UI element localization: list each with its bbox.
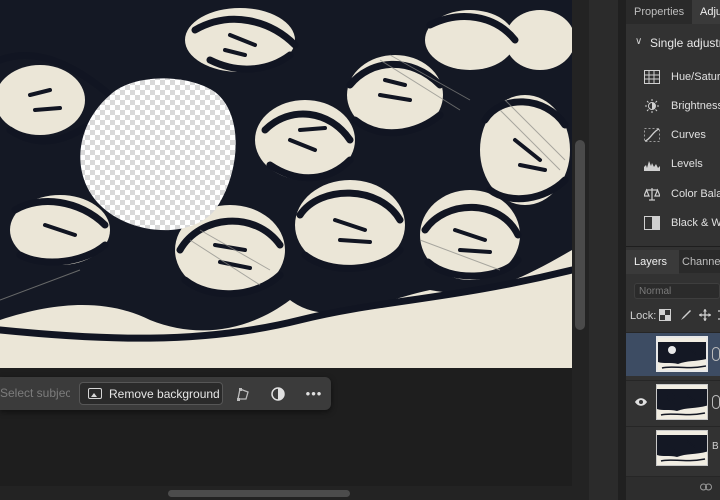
lock-label: Lock:	[630, 310, 657, 322]
levels-icon	[644, 161, 660, 171]
adjustment-label: Color Balance	[671, 188, 720, 200]
layer-thumbnail	[656, 384, 708, 420]
panels: Properties Adjustments ∨ Single adjustme…	[626, 0, 720, 500]
adjustment-label: Hue/Saturation	[671, 71, 720, 83]
transparent-region	[80, 78, 236, 231]
adjustment-icon[interactable]	[270, 382, 288, 405]
link-icon[interactable]	[712, 395, 720, 409]
tab-channels[interactable]: Channels	[674, 250, 720, 274]
layer-thumbnail	[656, 336, 708, 372]
horizontal-scroll-thumb[interactable]	[168, 490, 350, 497]
black-white-icon	[644, 216, 660, 230]
lock-artboard-icon[interactable]	[716, 309, 720, 321]
layer-thumbnail	[656, 430, 708, 466]
layer-row[interactable]	[626, 380, 720, 424]
artwork-image[interactable]	[0, 0, 572, 368]
lock-position-icon[interactable]	[699, 309, 711, 321]
remove-background-button[interactable]: Remove background	[79, 382, 223, 405]
link-layers-icon[interactable]	[700, 483, 712, 491]
tab-layers[interactable]: Layers	[626, 250, 679, 274]
hue-saturation-icon	[644, 70, 660, 84]
adjustment-black-white[interactable]: Black & White	[626, 209, 720, 238]
adjustment-label: Levels	[671, 158, 703, 170]
curves-icon	[644, 128, 660, 142]
adjustment-curves[interactable]: Curves	[626, 121, 720, 150]
adjustment-hue-saturation[interactable]: Hue/Saturation	[626, 63, 720, 92]
layer-name[interactable]: B	[712, 441, 719, 452]
adjustment-brightness-contrast[interactable]: Brightness/Contrast	[626, 92, 720, 121]
adjustment-label: Brightness/Contrast	[671, 100, 720, 112]
single-adjustments-label: Single adjustments	[650, 36, 720, 50]
panel-tabs: Properties Adjustments	[626, 0, 720, 24]
select-subject-label: Select subject	[0, 386, 70, 400]
layer-row[interactable]	[626, 332, 720, 376]
color-balance-icon	[644, 188, 660, 201]
adjustment-label: Black & White	[671, 217, 720, 229]
adjustment-levels[interactable]: Levels	[626, 150, 720, 179]
transform-icon[interactable]	[235, 382, 253, 405]
lock-image-pixels-icon[interactable]	[680, 309, 692, 321]
lock-row: Lock:	[626, 306, 720, 326]
vertical-scroll-thumb[interactable]	[575, 140, 585, 330]
panel-separator[interactable]	[618, 0, 626, 500]
adjustment-label: Curves	[671, 129, 706, 141]
eye-icon[interactable]	[635, 397, 647, 407]
lock-transparent-pixels-icon[interactable]	[659, 309, 671, 321]
tab-properties[interactable]: Properties	[626, 0, 692, 24]
adjustment-color-balance[interactable]: Color Balance	[626, 180, 720, 209]
layers-panel-tabs: Layers Channels	[626, 250, 720, 274]
tab-adjustments[interactable]: Adjustments	[692, 0, 720, 24]
blend-mode-select[interactable]: Normal	[634, 283, 720, 299]
layers-panel-footer	[626, 476, 720, 500]
chevron-down-icon: ∨	[635, 36, 643, 47]
layer-row[interactable]: B	[626, 426, 720, 470]
document-canvas-area[interactable]	[0, 0, 589, 500]
more-icon[interactable]: •••	[304, 382, 324, 405]
brightness-icon	[645, 99, 659, 113]
select-subject-button[interactable]: Select subject	[0, 382, 70, 405]
single-adjustments-header[interactable]: ∨ Single adjustments	[626, 33, 720, 53]
ink-drawing	[0, 0, 572, 368]
image-icon	[88, 388, 102, 399]
link-icon[interactable]	[712, 347, 720, 361]
contextual-task-bar: Select subject Remove background •••	[0, 377, 331, 410]
remove-background-label: Remove background	[109, 387, 220, 401]
panel-divider[interactable]	[626, 246, 720, 247]
